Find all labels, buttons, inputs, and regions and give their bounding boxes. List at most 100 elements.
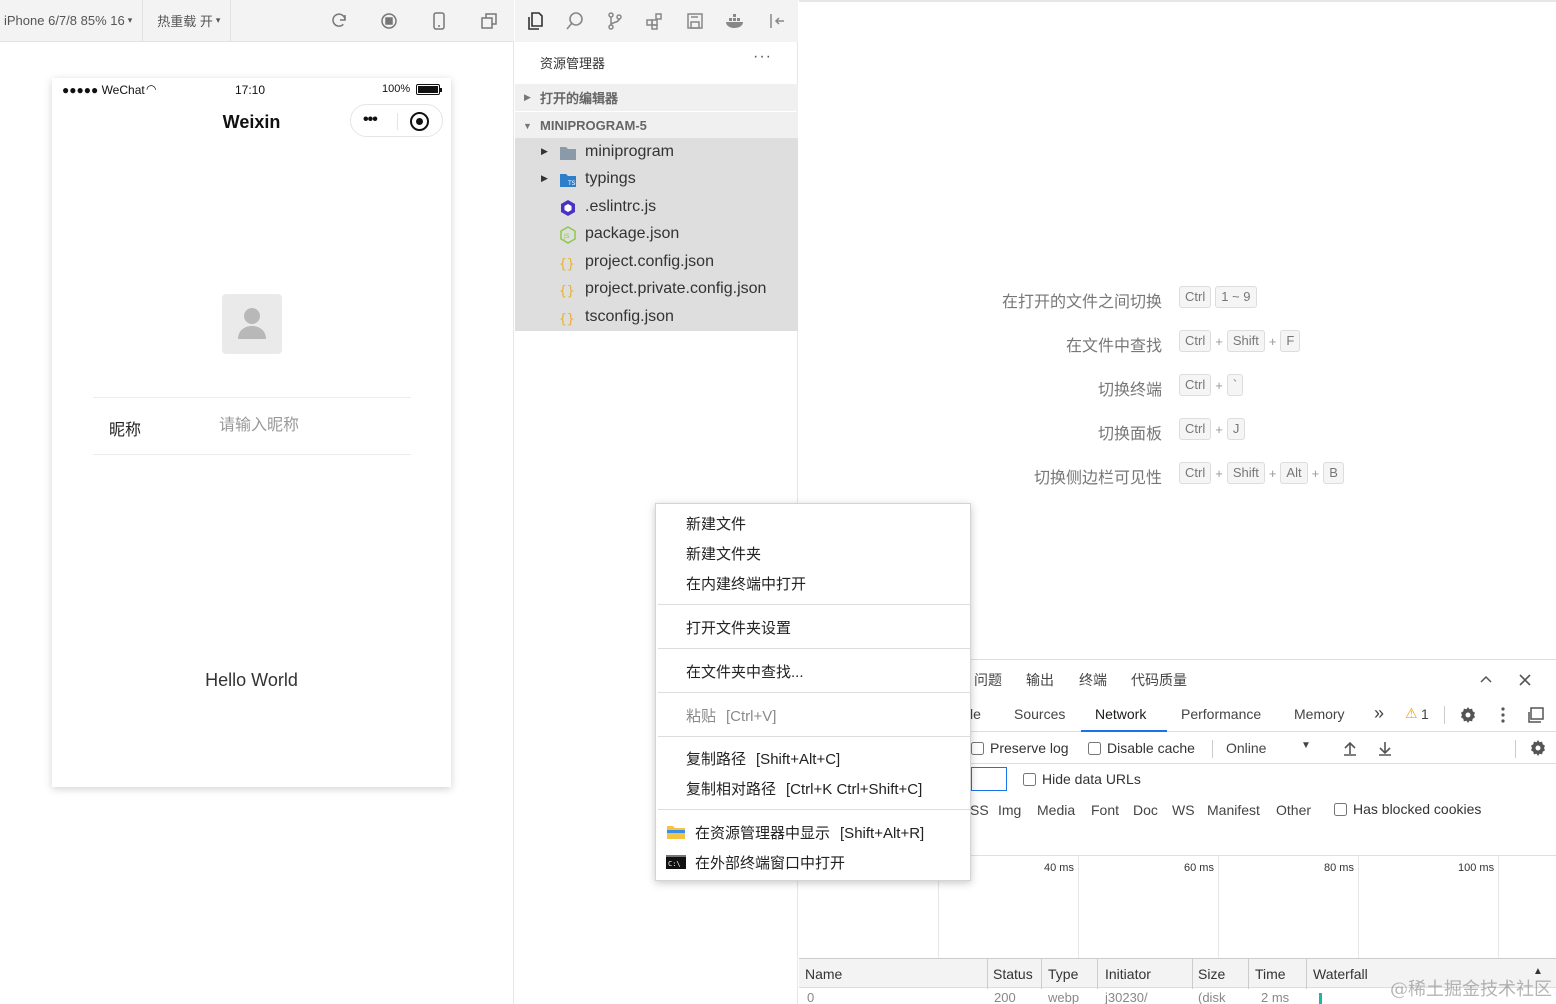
hide-data-urls-checkbox[interactable]: Hide data URLs — [1023, 771, 1141, 787]
tab-memory[interactable]: Memory — [1294, 706, 1345, 722]
menu-copy-path[interactable]: 复制路径 [Shift+Alt+C] — [656, 744, 972, 772]
caret-down-icon: ▾ — [215, 15, 221, 25]
source-control-icon[interactable] — [605, 11, 625, 31]
disable-cache-checkbox[interactable]: Disable cache — [1088, 740, 1195, 756]
search-icon[interactable] — [565, 11, 585, 31]
column-waterfall[interactable]: Waterfall — [1313, 966, 1368, 982]
tree-item-project-private-config[interactable]: {} project.private.config.json — [515, 276, 798, 303]
export-har-icon[interactable] — [1376, 739, 1394, 757]
column-time[interactable]: Time — [1255, 966, 1286, 982]
tree-item-package-json[interactable]: JS package.json — [515, 221, 798, 248]
active-tab-indicator — [1081, 730, 1167, 732]
tree-item-typings[interactable]: ▶ TS typings — [515, 166, 798, 193]
waterfall-bar — [1319, 993, 1322, 1004]
project-section[interactable]: ▼ MINIPROGRAM-5 — [515, 112, 798, 139]
filter-css[interactable]: SS — [970, 802, 989, 818]
network-settings-gear-icon[interactable] — [1529, 739, 1547, 757]
menu-capsule[interactable]: ••• — [350, 104, 443, 137]
column-name[interactable]: Name — [805, 966, 842, 982]
filter-media[interactable]: Media — [1037, 802, 1075, 818]
nickname-row: 昵称 — [93, 397, 411, 455]
key-cap: Ctrl — [1179, 418, 1212, 440]
column-status[interactable]: Status — [993, 966, 1033, 982]
more-dots-icon[interactable]: ••• — [363, 111, 378, 129]
avatar[interactable] — [222, 294, 282, 354]
key-cap: Alt — [1280, 462, 1308, 484]
warning-icon[interactable]: ⚠ — [1405, 705, 1418, 722]
key-cap: Ctrl — [1179, 330, 1212, 352]
menu-open-external-terminal[interactable]: C:\ 在外部终端窗口中打开 — [656, 848, 972, 876]
tab-sources[interactable]: Sources — [1014, 706, 1065, 722]
key-cap: Ctrl — [1179, 286, 1212, 308]
tab-network[interactable]: Network — [1095, 706, 1146, 722]
column-type[interactable]: Type — [1048, 966, 1078, 982]
menu-open-in-terminal[interactable]: 在内建终端中打开 — [656, 569, 972, 597]
caret-down-icon[interactable]: ▼ — [1301, 740, 1311, 751]
tree-item-project-config[interactable]: {} project.config.json — [515, 249, 798, 276]
collapse-sidebar-icon[interactable] — [767, 11, 787, 31]
svg-text:TS: TS — [567, 180, 576, 187]
key-cap: J — [1226, 418, 1246, 440]
tree-item-tsconfig[interactable]: {} tsconfig.json — [515, 304, 798, 331]
column-initiator[interactable]: Initiator — [1105, 966, 1151, 982]
docker-icon[interactable] — [725, 11, 745, 31]
filter-doc[interactable]: Doc — [1133, 802, 1158, 818]
dock-side-icon[interactable] — [1527, 706, 1545, 724]
filter-manifest[interactable]: Manifest — [1207, 802, 1260, 818]
close-miniprogram-icon[interactable] — [410, 112, 429, 131]
explorer-files-icon[interactable] — [525, 11, 545, 31]
tree-item-eslintrc[interactable]: .eslintrc.js — [515, 194, 798, 221]
stop-icon[interactable] — [379, 11, 399, 31]
tree-item-miniprogram[interactable]: ▶ miniprogram — [515, 139, 798, 166]
more-tabs-icon[interactable]: » — [1374, 703, 1384, 724]
refresh-icon[interactable] — [329, 11, 349, 31]
more-actions-icon[interactable]: ··· — [753, 48, 772, 66]
svg-text:{}: {} — [559, 312, 575, 327]
throttle-select[interactable]: Online — [1226, 740, 1266, 756]
kebab-menu-icon[interactable] — [1494, 706, 1512, 724]
detach-window-icon[interactable] — [479, 11, 499, 31]
timeline-tick: 40 ms — [1044, 862, 1074, 874]
menu-new-folder[interactable]: 新建文件夹 — [656, 539, 972, 567]
filter-ws[interactable]: WS — [1172, 802, 1195, 818]
open-editors-section[interactable]: ▶ 打开的编辑器 — [515, 84, 798, 111]
caret-down-icon: ▾ — [127, 15, 133, 25]
column-size[interactable]: Size — [1198, 966, 1225, 982]
simulator-pane: iPhone 6/7/8 85% 16 ▾ 热重载 开 ▾ ●●●●● WeChat… — [0, 0, 514, 1004]
tab-output[interactable]: 输出 — [1026, 670, 1054, 690]
nickname-input[interactable] — [219, 412, 399, 440]
phone-icon[interactable] — [429, 11, 449, 31]
file-tree: ▶ miniprogram ▶ TS typings .eslintrc.js … — [515, 138, 798, 331]
preserve-log-checkbox[interactable]: Preserve log — [971, 740, 1069, 756]
tab-terminal[interactable]: 终端 — [1079, 670, 1107, 690]
extensions-icon[interactable] — [645, 11, 665, 31]
tab-performance[interactable]: Performance — [1181, 706, 1261, 722]
key-cap: F — [1280, 330, 1301, 352]
close-icon[interactable] — [1516, 671, 1534, 689]
menu-folder-settings[interactable]: 打开文件夹设置 — [656, 613, 972, 641]
tab-problems[interactable]: 问题 — [974, 670, 1002, 690]
import-har-icon[interactable] — [1341, 739, 1359, 757]
hot-reload-select[interactable]: 热重载 开 ▾ — [143, 0, 232, 42]
menu-find-in-folder[interactable]: 在文件夹中查找... — [656, 657, 972, 685]
menu-new-file[interactable]: 新建文件 — [656, 509, 972, 537]
tab-code-quality[interactable]: 代码质量 — [1131, 670, 1187, 690]
device-select[interactable]: iPhone 6/7/8 85% 16 ▾ — [0, 0, 144, 42]
menu-copy-relative-path[interactable]: 复制相对路径 [Ctrl+K Ctrl+Shift+C] — [656, 774, 972, 802]
key-cap: 1 ~ 9 — [1215, 286, 1257, 308]
ts-folder-icon: TS — [559, 171, 577, 189]
battery-percent: 100% — [382, 83, 411, 95]
chevron-up-icon[interactable] — [1477, 671, 1495, 689]
filter-input[interactable] — [971, 767, 1007, 791]
explorer-title: 资源管理器 — [540, 56, 606, 71]
save-icon[interactable] — [685, 11, 705, 31]
menu-reveal-in-explorer[interactable]: 在资源管理器中显示 [Shift+Alt+R] — [656, 818, 972, 846]
has-blocked-cookies-checkbox[interactable]: Has blocked cookies — [1334, 801, 1481, 817]
filter-font[interactable]: Font — [1091, 802, 1119, 818]
activity-bar — [515, 0, 798, 42]
filter-img[interactable]: Img — [998, 802, 1021, 818]
menu-paste: 粘贴 [Ctrl+V] — [686, 708, 777, 725]
filter-other[interactable]: Other — [1276, 802, 1311, 818]
settings-gear-icon[interactable] — [1459, 706, 1477, 724]
shortcut-row: 在打开的文件之间切换 Ctrl 1 ~ 9 — [799, 285, 1556, 311]
